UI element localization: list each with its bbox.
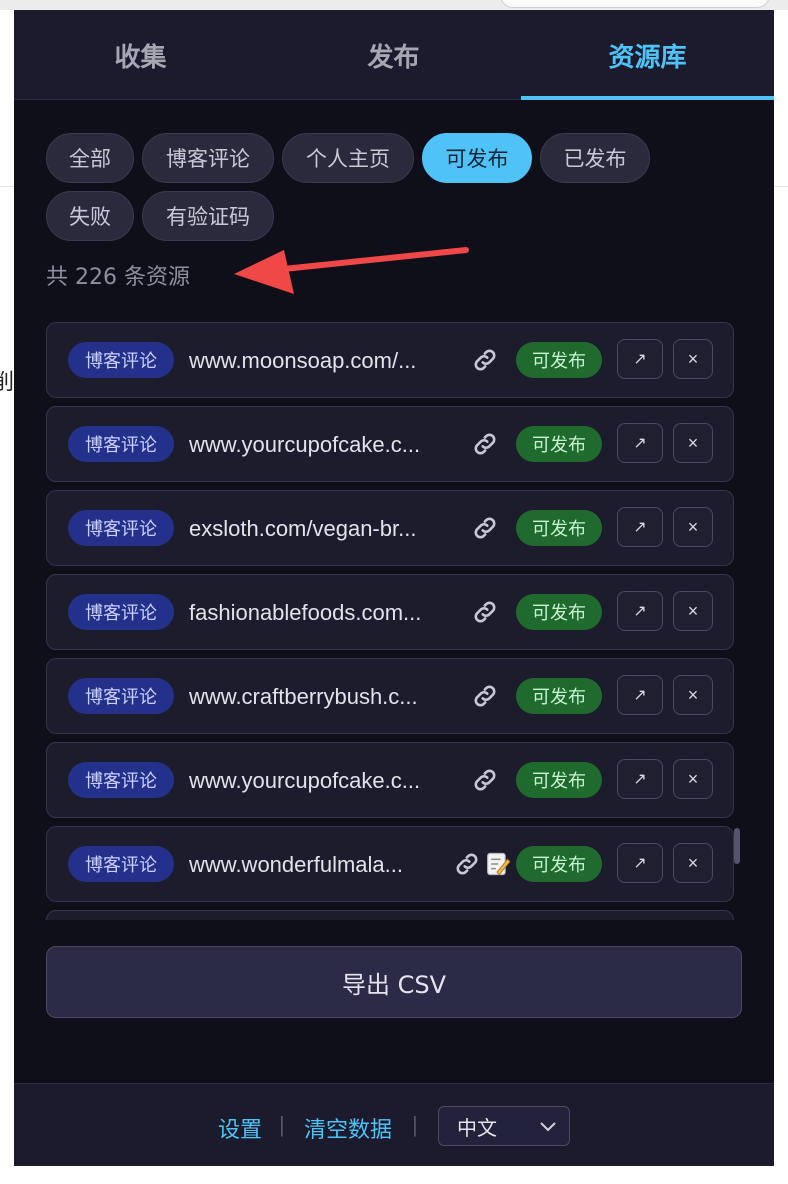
close-icon: ×	[687, 432, 699, 453]
close-icon: ×	[687, 600, 699, 621]
close-icon: ×	[687, 684, 699, 705]
close-icon: ×	[687, 852, 699, 873]
close-icon: ×	[687, 768, 699, 789]
external-link-icon: ↗	[633, 519, 647, 536]
resource-row: 博客评论 www.yourcupofcake.c... 可发布 ↗ ×	[46, 406, 734, 482]
status-badge: 可发布	[516, 594, 602, 630]
resource-count: 共 226 条资源	[46, 265, 190, 290]
browser-address-pill	[500, 0, 770, 8]
tab-library[interactable]: 资源库	[521, 10, 774, 100]
open-button[interactable]: ↗	[617, 423, 663, 463]
external-link-icon: ↗	[633, 771, 647, 788]
open-button[interactable]: ↗	[617, 675, 663, 715]
export-csv-button[interactable]: 导出 CSV	[46, 946, 742, 1018]
filter-blog-comment[interactable]: 博客评论	[142, 133, 274, 183]
delete-button[interactable]: ×	[673, 339, 713, 379]
tab-bar: 收集 发布 资源库	[14, 10, 774, 100]
type-tag: 博客评论	[68, 678, 174, 714]
close-icon: ×	[687, 516, 699, 537]
link-icon	[474, 433, 496, 455]
open-button[interactable]: ↗	[617, 759, 663, 799]
resource-url: www.yourcupofcake.c...	[189, 768, 421, 793]
link-icon	[456, 853, 478, 875]
language-value: 中文	[457, 1115, 497, 1140]
annotation-arrow-icon	[234, 247, 469, 294]
tab-collect[interactable]: 收集	[14, 10, 267, 100]
delete-button[interactable]: ×	[673, 507, 713, 547]
tab-publish[interactable]: 发布	[267, 10, 520, 100]
language-select[interactable]: 中文	[438, 1106, 570, 1146]
resource-url: www.moonsoap.com/...	[189, 348, 417, 373]
settings-link[interactable]: 设置	[218, 1112, 262, 1144]
type-tag: 博客评论	[68, 342, 174, 378]
extension-popup: 收集 发布 资源库 全部 博客评论 个人主页 可发布 已发布 失败 有验证码 共…	[14, 10, 774, 1166]
external-link-icon: ↗	[633, 687, 647, 704]
open-button[interactable]: ↗	[617, 843, 663, 883]
filter-profile[interactable]: 个人主页	[282, 133, 414, 183]
footer-separator: |	[279, 1112, 285, 1137]
footer-separator: |	[412, 1112, 418, 1137]
resource-url: www.wonderfulmala...	[189, 852, 403, 877]
close-icon: ×	[687, 348, 699, 369]
clear-data-link[interactable]: 清空数据	[304, 1112, 392, 1144]
resource-url: fashionablefoods.com...	[189, 600, 422, 625]
external-link-icon: ↗	[633, 855, 647, 872]
open-button[interactable]: ↗	[617, 339, 663, 379]
link-icon	[474, 517, 496, 539]
link-icon	[474, 601, 496, 623]
external-link-icon: ↗	[633, 435, 647, 452]
resource-url: exsloth.com/vegan-br...	[189, 516, 417, 541]
type-tag: 博客评论	[68, 510, 174, 546]
delete-button[interactable]: ×	[673, 423, 713, 463]
resource-row: 博客评论 fashionablefoods.com... 可发布 ↗ ×	[46, 574, 734, 650]
resource-row: 博客评论 www.yourcupofcake.c... 可发布 ↗ ×	[46, 742, 734, 818]
delete-button[interactable]: ×	[673, 591, 713, 631]
scrollbar-thumb[interactable]	[734, 828, 740, 864]
resource-row: 博客评论 www.wonderfulmala... 可发布 ↗ ×	[46, 826, 734, 902]
delete-button[interactable]: ×	[673, 675, 713, 715]
resource-row: 博客评论 www.craftberrybush.c... 可发布 ↗ ×	[46, 658, 734, 734]
active-tab-indicator	[521, 96, 774, 100]
resource-row: 博客评论 www.moonsoap.com/... 可发布 ↗ ×	[46, 322, 734, 398]
resource-row-partial	[46, 910, 734, 920]
open-button[interactable]: ↗	[617, 591, 663, 631]
delete-button[interactable]: ×	[673, 759, 713, 799]
link-icon	[474, 349, 496, 371]
type-tag: 博客评论	[68, 762, 174, 798]
filter-all[interactable]: 全部	[46, 133, 134, 183]
status-badge: 可发布	[516, 342, 602, 378]
status-badge: 可发布	[516, 678, 602, 714]
open-button[interactable]: ↗	[617, 507, 663, 547]
status-badge: 可发布	[516, 762, 602, 798]
resource-url: www.yourcupofcake.c...	[189, 432, 421, 457]
status-badge: 可发布	[516, 510, 602, 546]
status-badge: 可发布	[516, 426, 602, 462]
resource-list[interactable]: 博客评论 www.moonsoap.com/... 可发布 ↗ × 博客评论 w…	[46, 322, 736, 920]
resource-url: www.craftberrybush.c...	[189, 684, 418, 709]
resource-row: 博客评论 exsloth.com/vegan-br... 可发布 ↗ ×	[46, 490, 734, 566]
background-page-text: 削	[0, 370, 14, 394]
delete-button[interactable]: ×	[673, 843, 713, 883]
filter-failed[interactable]: 失败	[46, 191, 134, 241]
type-tag: 博客评论	[68, 846, 174, 882]
type-tag: 博客评论	[68, 426, 174, 462]
type-tag: 博客评论	[68, 594, 174, 630]
status-badge: 可发布	[516, 846, 602, 882]
filter-publishable[interactable]: 可发布	[422, 133, 532, 183]
filter-published[interactable]: 已发布	[540, 133, 650, 183]
memo-icon	[487, 852, 511, 876]
chevron-down-icon	[540, 1122, 556, 1132]
filter-captcha[interactable]: 有验证码	[142, 191, 274, 241]
link-icon	[474, 769, 496, 791]
link-icon	[474, 685, 496, 707]
external-link-icon: ↗	[633, 603, 647, 620]
footer-bar: 设置 | 清空数据 | 中文	[14, 1083, 774, 1166]
external-link-icon: ↗	[633, 351, 647, 368]
